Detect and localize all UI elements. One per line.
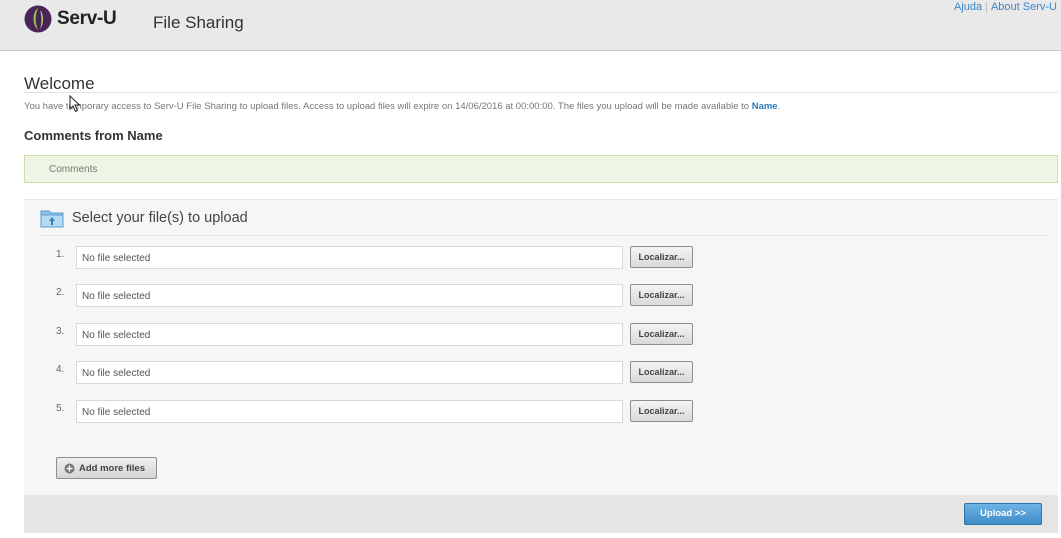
access-notice: You have temporary access to Serv-U File… bbox=[24, 101, 780, 112]
file-row: 2. No file selected Localizar... bbox=[24, 284, 1058, 308]
add-more-files-button[interactable]: Add more files bbox=[56, 457, 157, 479]
file-row: 4. No file selected Localizar... bbox=[24, 361, 1058, 385]
file-input[interactable]: No file selected bbox=[76, 246, 623, 269]
folder-upload-icon bbox=[40, 210, 64, 228]
browse-button[interactable]: Localizar... bbox=[630, 284, 693, 306]
plus-circle-icon bbox=[64, 463, 75, 474]
comments-text: Comments bbox=[49, 164, 98, 175]
comments-box: Comments bbox=[24, 155, 1058, 183]
notice-text: You have temporary access to Serv-U File… bbox=[24, 101, 752, 112]
file-row: 3. No file selected Localizar... bbox=[24, 323, 1058, 347]
divider bbox=[38, 235, 1048, 236]
mouse-cursor-icon bbox=[69, 95, 81, 113]
file-input[interactable]: No file selected bbox=[76, 323, 623, 346]
recipient-name: Name bbox=[751, 101, 778, 112]
row-number: 1. bbox=[56, 249, 65, 260]
page-title: Welcome bbox=[24, 74, 95, 93]
browse-button[interactable]: Localizar... bbox=[630, 323, 693, 345]
file-input[interactable]: No file selected bbox=[76, 400, 623, 423]
notice-end: . bbox=[777, 101, 781, 112]
help-link[interactable]: Ajuda bbox=[954, 1, 982, 13]
file-input[interactable]: No file selected bbox=[76, 284, 623, 307]
upload-panel: Select your file(s) to upload 1. No file… bbox=[24, 199, 1058, 495]
top-links: Ajuda | About Serv-U bbox=[954, 1, 1057, 13]
app-title: File Sharing bbox=[153, 13, 244, 32]
file-row: 1. No file selected Localizar... bbox=[24, 246, 1058, 270]
browse-button[interactable]: Localizar... bbox=[630, 246, 693, 268]
file-input[interactable]: No file selected bbox=[76, 361, 623, 384]
divider bbox=[24, 92, 1058, 93]
logo-text: Serv-U bbox=[57, 8, 117, 29]
serv-u-logo-icon bbox=[24, 5, 52, 33]
upload-button[interactable]: Upload >> bbox=[964, 503, 1042, 525]
browse-button[interactable]: Localizar... bbox=[630, 361, 693, 383]
row-number: 2. bbox=[56, 287, 65, 298]
upload-footer: Upload >> bbox=[24, 495, 1058, 533]
comments-title: Comments from Name bbox=[24, 128, 163, 143]
file-row: 5. No file selected Localizar... bbox=[24, 400, 1058, 424]
header: Serv-U File Sharing Ajuda | About Serv-U bbox=[0, 0, 1061, 51]
row-number: 5. bbox=[56, 403, 65, 414]
link-separator: | bbox=[985, 1, 988, 13]
add-more-files-label: Add more files bbox=[79, 463, 145, 474]
about-link[interactable]: About Serv-U bbox=[991, 1, 1057, 13]
row-number: 4. bbox=[56, 364, 65, 375]
row-number: 3. bbox=[56, 326, 65, 337]
upload-title: Select your file(s) to upload bbox=[72, 210, 248, 226]
browse-button[interactable]: Localizar... bbox=[630, 400, 693, 422]
